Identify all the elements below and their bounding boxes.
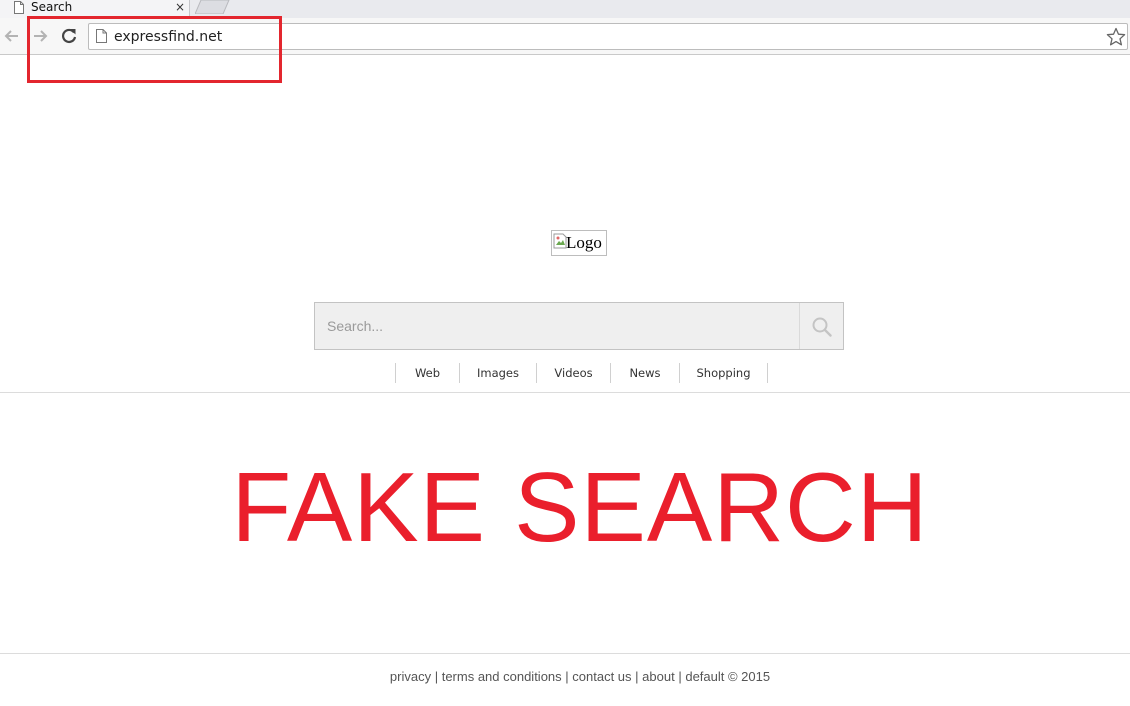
browser-toolbar: expressfind.net (0, 18, 1130, 55)
tab-title: Search (31, 0, 73, 14)
footer-link-contact[interactable]: contact us (572, 669, 631, 684)
vertical-web[interactable]: Web (396, 363, 460, 383)
page-icon (96, 29, 107, 43)
divider (0, 392, 1130, 393)
fake-search-stamp: FAKE SEARCH (231, 452, 929, 562)
reload-icon[interactable] (59, 26, 79, 46)
logo-alt-text: Logo (566, 233, 602, 252)
browser-tab[interactable]: Search × (0, 0, 190, 18)
address-bar[interactable]: expressfind.net (88, 23, 1128, 50)
search-box (314, 302, 844, 350)
url-text[interactable]: expressfind.net (114, 28, 222, 46)
close-tab-icon[interactable]: × (175, 0, 185, 14)
footer-link-privacy[interactable]: privacy (390, 669, 431, 684)
footer-separator: | (434, 669, 442, 684)
logo-image: Logo (551, 230, 607, 256)
arrow-right-icon[interactable] (30, 26, 50, 46)
vertical-news[interactable]: News (611, 363, 680, 383)
footer: privacy | terms and conditions | contact… (0, 669, 1130, 685)
vertical-videos[interactable]: Videos (537, 363, 611, 383)
search-input[interactable] (315, 303, 799, 349)
footer-copyright: default © 2015 (685, 669, 771, 684)
search-verticals: Web Images Videos News Shopping (395, 363, 768, 383)
search-button[interactable] (799, 303, 843, 349)
search-icon (812, 317, 832, 337)
file-icon (14, 1, 24, 14)
star-icon[interactable] (1106, 27, 1126, 47)
new-tab-button[interactable] (195, 0, 231, 14)
footer-link-terms[interactable]: terms and conditions (442, 669, 562, 684)
arrow-left-icon[interactable] (2, 26, 22, 46)
vertical-shopping[interactable]: Shopping (680, 363, 768, 383)
footer-link-about[interactable]: about (642, 669, 675, 684)
vertical-images[interactable]: Images (460, 363, 537, 383)
broken-image-icon (553, 233, 567, 249)
divider (0, 653, 1130, 654)
tab-strip: Search × (0, 0, 1130, 18)
